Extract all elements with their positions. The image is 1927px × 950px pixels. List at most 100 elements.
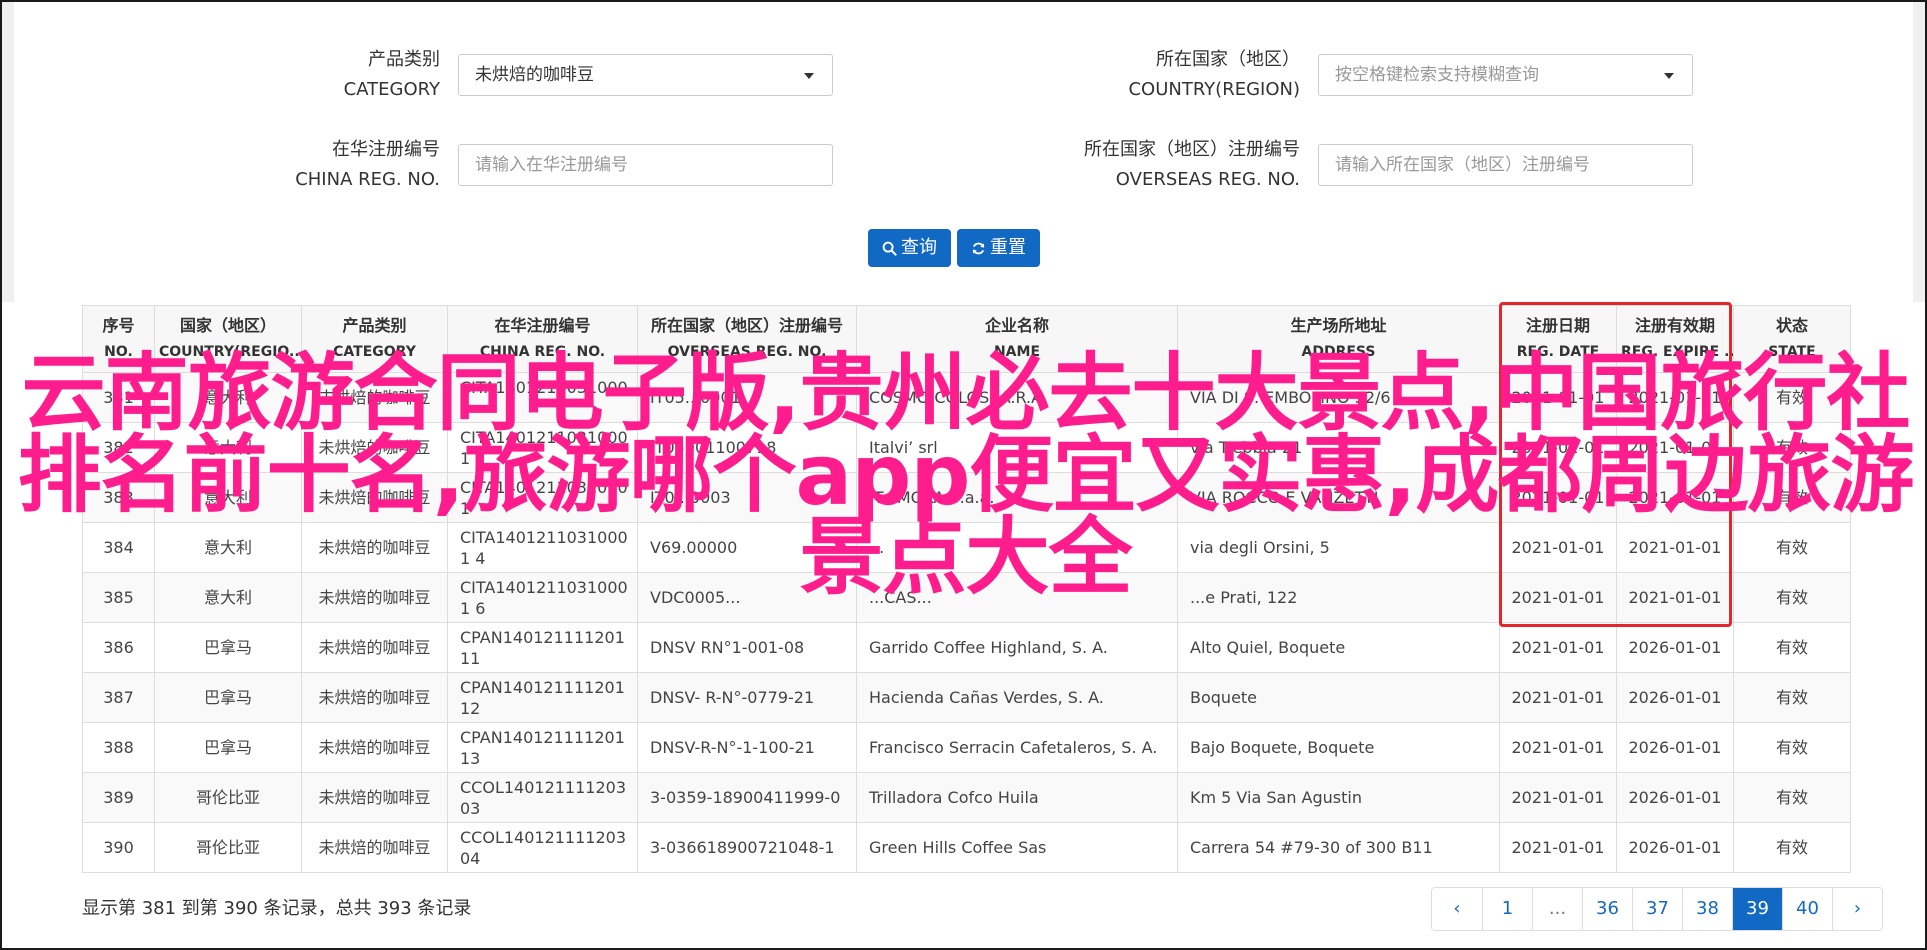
page-link[interactable]: 37 xyxy=(1632,888,1682,930)
cell-expire: 2021-01-01 xyxy=(1616,422,1734,473)
column-header[interactable]: 注册有效期 REG. EXPIRE ... xyxy=(1616,305,1734,373)
page-ellipsis: ... xyxy=(1532,888,1582,930)
cell-overseas-reg: IT0...0003 xyxy=(637,472,857,523)
column-header[interactable]: 注册日期 REG. DATE xyxy=(1499,305,1617,373)
cell-name: ... xyxy=(856,522,1178,573)
cell-name: ...CAS... xyxy=(856,572,1178,623)
table-row[interactable]: 382 意大利 未烘焙的咖啡豆 CITA14012110310001 IT0590110… xyxy=(82,422,1851,473)
cell-country: 巴拿马 xyxy=(154,672,302,723)
column-header[interactable]: 序号 NO. xyxy=(82,305,155,373)
cell-name: Trilladora Cofco Huila xyxy=(856,772,1178,823)
cell-expire: 2021-01-01 xyxy=(1616,522,1734,573)
cell-reg-date: 2021-01-01 xyxy=(1499,522,1617,573)
reset-button[interactable]: 重置 xyxy=(957,229,1040,267)
cell-no: 390 xyxy=(82,822,155,873)
cell-overseas-reg: VDC0005... xyxy=(637,572,857,623)
category-label-cn: 产品类别 xyxy=(368,49,440,70)
right-scrollbar[interactable] xyxy=(1913,2,1925,302)
cell-country: 意大利 xyxy=(154,522,302,573)
cell-state: 有效 xyxy=(1733,472,1851,523)
cell-state: 有效 xyxy=(1733,422,1851,473)
category-label-en: CATEGORY xyxy=(343,79,440,100)
table-row[interactable]: 381 意大利 未烘焙的咖啡豆 CITA14012110310001 IT05...00… xyxy=(82,372,1851,423)
table-row[interactable]: 384 意大利 未烘焙的咖啡豆 CITA14012110310001 4 V69.000… xyxy=(82,522,1851,573)
cell-reg-date: 2021-01-01 xyxy=(1499,472,1617,523)
cell-china-reg: CCOL140121111203 04 xyxy=(447,822,638,873)
prev-page-button[interactable]: ‹ xyxy=(1432,888,1482,930)
header-en: REG. EXPIRE ... xyxy=(1621,344,1734,360)
column-header[interactable]: 国家（地区） COUNTRY(REGIO... xyxy=(154,305,302,373)
header-cn: 注册有效期 xyxy=(1634,316,1715,335)
table-row[interactable]: 387 巴拿马 未烘焙的咖啡豆 CPAN140121111201 12 DNSV- R-… xyxy=(82,672,1851,723)
pagination: ‹ 1... 36 37 38 39 40 › xyxy=(1431,887,1883,931)
header-cn: 在华注册编号 xyxy=(494,316,591,335)
cell-category: 未烘焙的咖啡豆 xyxy=(301,672,448,723)
table-body: 381 意大利 未烘焙的咖啡豆 CITA14012110310001 IT05...00… xyxy=(82,372,1851,873)
overseas-reg-input[interactable]: 请输入所在国家（地区）注册编号 xyxy=(1318,144,1693,186)
cell-address: Alto Quiel, Boquete xyxy=(1177,622,1500,673)
table-row[interactable]: 388 巴拿马 未烘焙的咖啡豆 CPAN140121111201 13 DNSV-R-N… xyxy=(82,722,1851,773)
search-button-label: 查询 xyxy=(901,237,937,258)
cell-no: 381 xyxy=(82,372,155,423)
cell-name: Hacienda Cañas Verdes, S. A. xyxy=(856,672,1178,723)
cell-overseas-reg: DNSV RN°1-001-08 xyxy=(637,622,857,673)
cell-china-reg: CITA14012110310001 xyxy=(447,372,638,423)
cell-china-reg: CCOL140121111203 03 xyxy=(447,772,638,823)
page-link[interactable]: 36 xyxy=(1582,888,1632,930)
cell-no: 386 xyxy=(82,622,155,673)
table-row[interactable]: 389 哥伦比亚 未烘焙的咖啡豆 CCOL140121111203 03 3-0359-… xyxy=(82,772,1851,823)
china-reg-input[interactable]: 请输入在华注册编号 xyxy=(458,144,833,186)
cell-state: 有效 xyxy=(1733,572,1851,623)
cell-china-reg: CPAN140121111201 13 xyxy=(447,722,638,773)
table-row[interactable]: 386 巴拿马 未烘焙的咖啡豆 CPAN140121111201 11 DNSV RN°… xyxy=(82,622,1851,673)
search-icon xyxy=(882,241,897,256)
cell-name: Garrido Coffee Highland, S. A. xyxy=(856,622,1178,673)
header-cn: 序号 xyxy=(102,316,135,335)
cell-china-reg: CITA14012110310001 6 xyxy=(447,572,638,623)
column-header[interactable]: 在华注册编号 CHINA REG. NO. xyxy=(447,305,638,373)
page-link[interactable]: 40 xyxy=(1782,888,1832,930)
cell-expire: 2021-01-01 xyxy=(1616,372,1734,423)
cell-state: 有效 xyxy=(1733,622,1851,673)
page-link[interactable]: 1 xyxy=(1482,888,1532,930)
country-filter: 所在国家（地区） COUNTRY(REGION) 按空格键检索支持模糊查询 xyxy=(1108,45,1693,105)
header-en: CHINA REG. NO. xyxy=(479,344,606,360)
cell-category: 未烘焙的咖啡豆 xyxy=(301,722,448,773)
column-header[interactable]: 产品类别 CATEGORY xyxy=(301,305,448,373)
table-row[interactable]: 390 哥伦比亚 未烘焙的咖啡豆 CCOL140121111203 04 3-03661… xyxy=(82,822,1851,873)
column-header[interactable]: 所在国家（地区）注册编号 OVERSEAS REG. NO. xyxy=(637,305,857,373)
cell-address: VIA DI S. EMBOLINO 52/6 xyxy=(1177,372,1500,423)
china-reg-label: 在华注册编号 CHINA REG. NO. xyxy=(260,135,440,195)
china-reg-placeholder: 请输入在华注册编号 xyxy=(475,155,628,175)
cell-china-reg: CPAN140121111201 11 xyxy=(447,622,638,673)
overseas-reg-label: 所在国家（地区）注册编号 OVERSEAS REG. NO. xyxy=(1062,135,1300,195)
table-row[interactable]: 383 意大利 未烘焙的咖啡豆 CITA14012110310001 IT0...000… xyxy=(82,472,1851,523)
cell-category: 未烘焙的咖啡豆 xyxy=(301,822,448,873)
column-header[interactable]: 企业名称 NAME xyxy=(856,305,1178,373)
overseas-reg-label-cn: 所在国家（地区）注册编号 xyxy=(1084,139,1300,160)
category-filter: 产品类别 CATEGORY 未烘焙的咖啡豆 xyxy=(260,45,833,105)
cell-country: 意大利 xyxy=(154,372,302,423)
header-cn: 注册日期 xyxy=(1525,316,1590,335)
page-link[interactable]: 38 xyxy=(1682,888,1732,930)
page-link[interactable]: 39 xyxy=(1732,888,1782,930)
cell-country: 意大利 xyxy=(154,422,302,473)
cell-country: 意大利 xyxy=(154,472,302,523)
caret-down-icon xyxy=(804,73,814,79)
cell-overseas-reg: DNSV- R-N°-0779-21 xyxy=(637,672,857,723)
cell-no: 383 xyxy=(82,472,155,523)
category-select[interactable]: 未烘焙的咖啡豆 xyxy=(458,54,833,96)
table-row[interactable]: 385 意大利 未烘焙的咖啡豆 CITA14012110310001 6 VDC0005… xyxy=(82,572,1851,623)
column-header[interactable]: 状态 STATE xyxy=(1733,305,1851,373)
filter-actions: 查询 重置 xyxy=(868,229,1040,267)
cell-expire: 2026-01-01 xyxy=(1616,822,1734,873)
cell-no: 382 xyxy=(82,422,155,473)
country-select[interactable]: 按空格键检索支持模糊查询 xyxy=(1318,54,1693,96)
search-button[interactable]: 查询 xyxy=(868,229,951,267)
column-header[interactable]: 生产场所地址 ADDRESS xyxy=(1177,305,1500,373)
cell-address: via Trebbia 21 xyxy=(1177,422,1500,473)
cell-state: 有效 xyxy=(1733,822,1851,873)
next-page-button[interactable]: › xyxy=(1832,888,1882,930)
left-scrollbar[interactable] xyxy=(2,2,14,302)
cell-expire: 2021-01-01 xyxy=(1616,572,1734,623)
